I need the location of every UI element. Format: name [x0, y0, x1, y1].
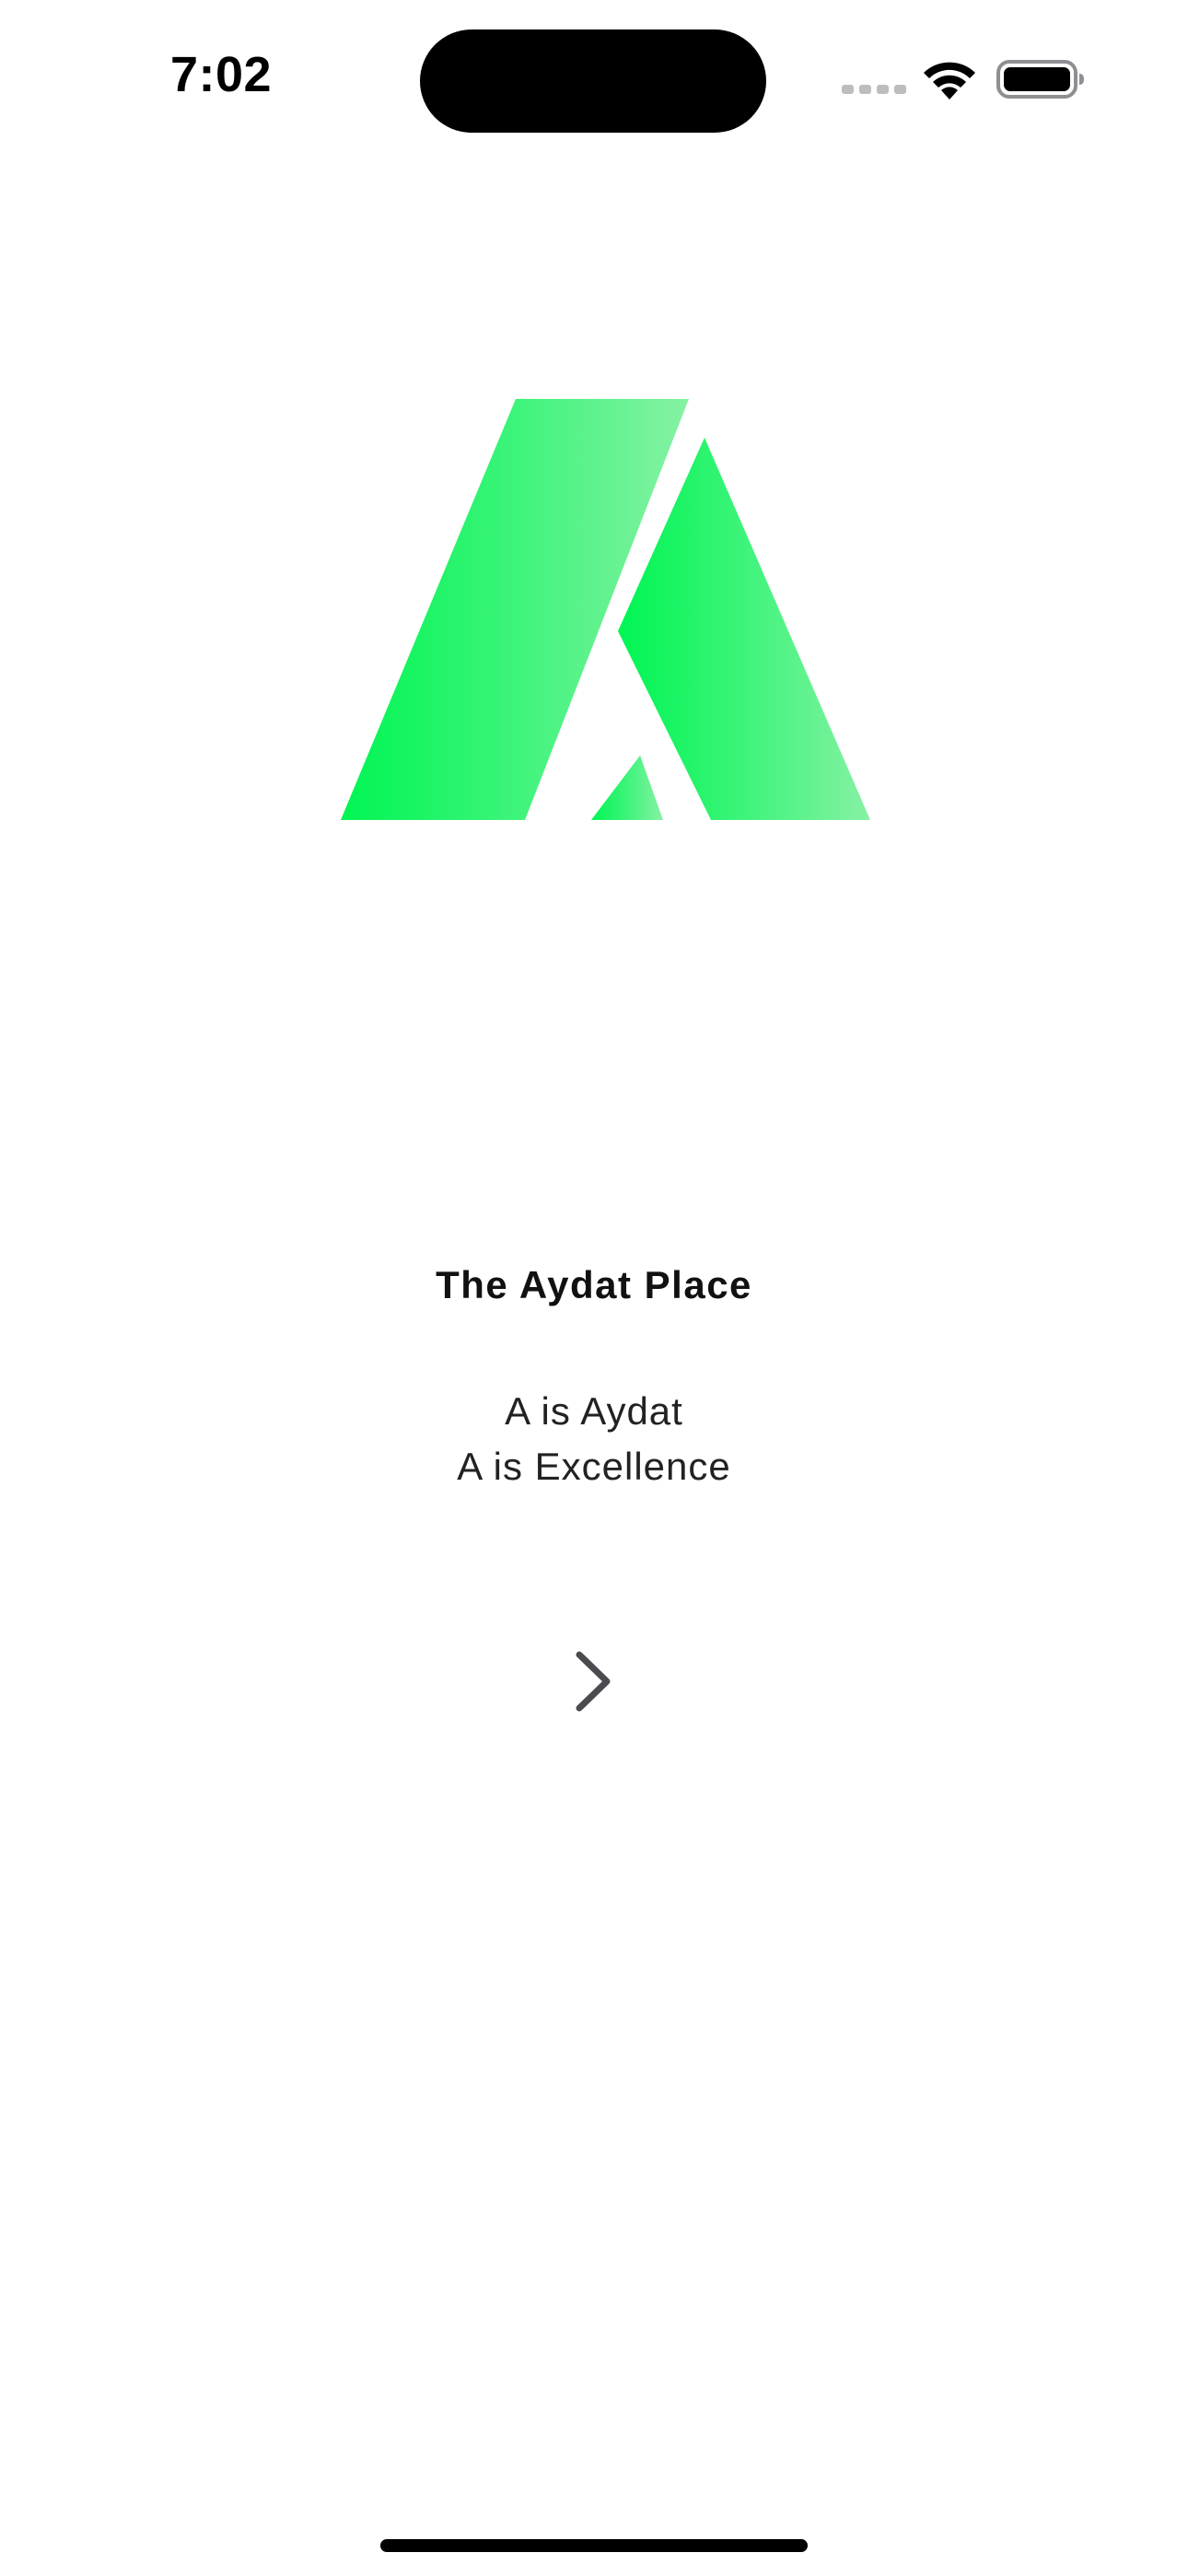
next-button[interactable] — [553, 1640, 635, 1723]
dynamic-island — [420, 29, 766, 133]
welcome-content: The Aydat Place A is Aydat A is Excellen… — [0, 1253, 1188, 1494]
battery-full-icon — [996, 60, 1084, 99]
chevron-right-icon — [576, 1651, 611, 1712]
tagline-line-2: A is Excellence — [457, 1445, 731, 1488]
status-bar: 7:02 — [0, 0, 1188, 147]
tagline: A is Aydat A is Excellence — [0, 1384, 1188, 1494]
tagline-line-1: A is Aydat — [505, 1389, 683, 1433]
aydat-logo-icon — [341, 399, 870, 820]
app-title: The Aydat Place — [436, 1263, 752, 1306]
home-indicator[interactable] — [380, 2539, 808, 2552]
status-time: 7:02 — [169, 47, 273, 102]
wifi-icon — [924, 62, 975, 100]
cellular-signal-icon — [842, 85, 906, 94]
